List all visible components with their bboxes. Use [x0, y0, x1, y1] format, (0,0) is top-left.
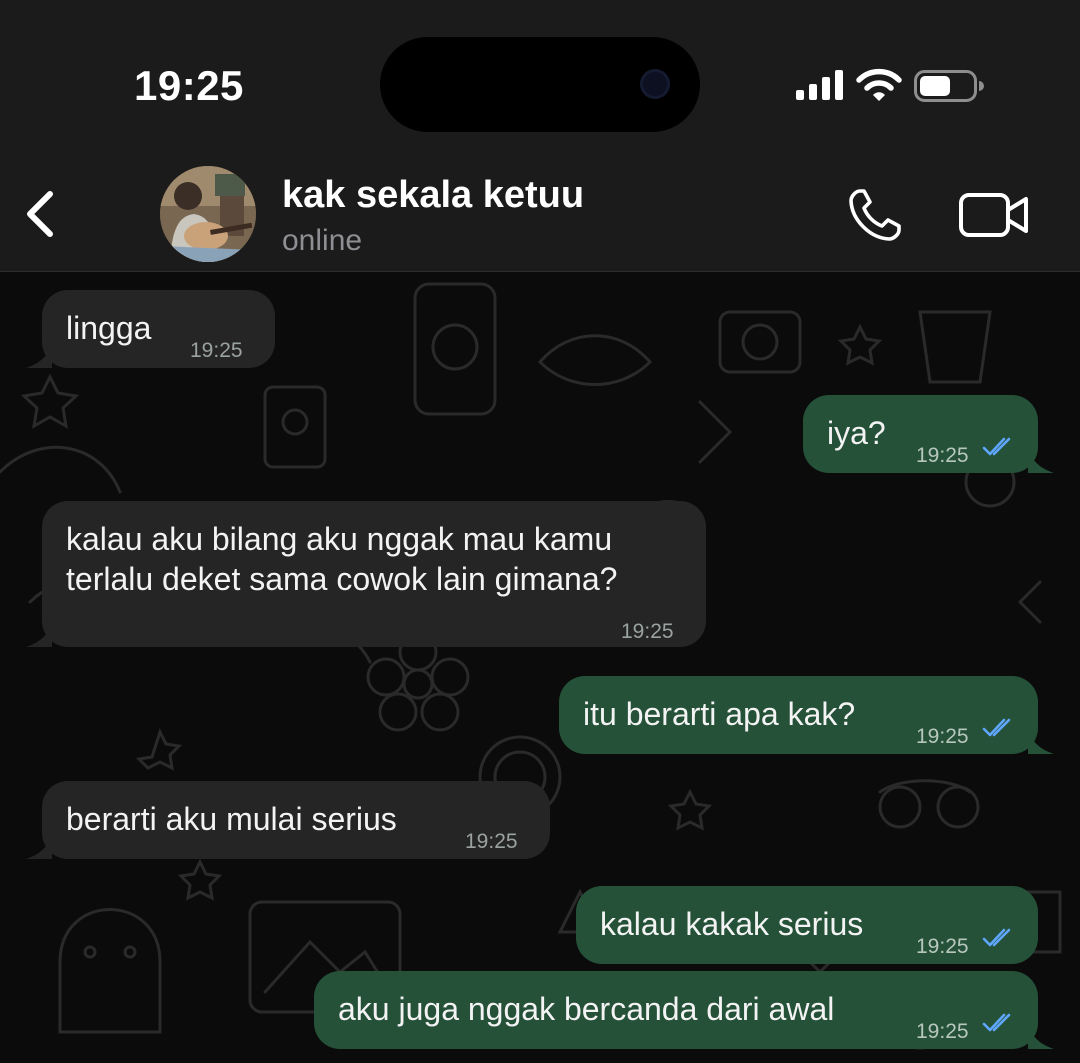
read-receipt-icon: [982, 1013, 1011, 1032]
message-bubble-outgoing[interactable]: iya? 19:25: [803, 395, 1038, 473]
message-text: kalau kakak serius: [600, 906, 864, 942]
message-bubble-incoming[interactable]: kalau aku bilang aku nggak mau kamu terl…: [42, 501, 706, 647]
dynamic-island: [380, 37, 700, 132]
read-receipt-icon: [982, 718, 1011, 737]
message-time: 19:25: [916, 444, 969, 467]
contact-name[interactable]: kak sekala ketuu: [282, 174, 584, 217]
message-time: 19:25: [916, 935, 969, 958]
bubble-tail: [26, 346, 52, 368]
message-text-line-1: kalau aku bilang aku nggak mau kamu: [66, 521, 613, 557]
message-bubble-outgoing[interactable]: kalau kakak serius 19:25: [576, 886, 1038, 964]
message-text: berarti aku mulai serius: [66, 801, 397, 837]
bubble-tail: [1028, 451, 1054, 473]
contact-avatar[interactable]: [160, 166, 256, 262]
contact-status: online: [282, 224, 363, 257]
chat-header: kak sekala ketuu online: [0, 150, 1080, 272]
read-receipt-icon: [982, 437, 1011, 456]
message-bubble-outgoing[interactable]: itu berarti apa kak? 19:25: [559, 676, 1038, 754]
back-icon[interactable]: [22, 188, 62, 240]
message-text: lingga: [66, 310, 152, 346]
message-time: 19:25: [621, 620, 674, 643]
bubble-tail: [26, 625, 52, 647]
video-camera-icon[interactable]: [958, 190, 1030, 240]
read-receipt-icon: [982, 928, 1011, 947]
message-time: 19:25: [916, 725, 969, 748]
message-text: itu berarti apa kak?: [583, 696, 856, 732]
message-bubble-outgoing[interactable]: aku juga nggak bercanda dari awal 19:25: [314, 971, 1038, 1049]
bubble-tail: [1028, 1027, 1054, 1049]
message-bubble-incoming[interactable]: berarti aku mulai serius 19:25: [42, 781, 550, 859]
cellular-signal-icon: [796, 70, 843, 100]
battery-icon: [914, 70, 984, 102]
chat-area[interactable]: lingga 19:25 iya? 19:25 kalau aku bilang…: [0, 272, 1080, 1063]
bubble-tail: [26, 837, 52, 859]
front-camera-icon: [640, 69, 670, 99]
bubble-tail: [1028, 732, 1054, 754]
phone-icon[interactable]: [846, 186, 904, 244]
message-bubble-incoming[interactable]: lingga 19:25: [42, 290, 275, 368]
message-text: iya?: [827, 415, 886, 451]
message-time: 19:25: [190, 339, 243, 362]
status-bar: 19:25: [0, 0, 1080, 150]
message-time: 19:25: [916, 1020, 969, 1043]
message-text: aku juga nggak bercanda dari awal: [338, 991, 835, 1027]
wifi-icon: [856, 68, 902, 101]
status-time: 19:25: [134, 62, 244, 109]
message-time: 19:25: [465, 830, 518, 853]
message-text-line-2: terlalu deket sama cowok lain gimana?: [66, 561, 618, 597]
